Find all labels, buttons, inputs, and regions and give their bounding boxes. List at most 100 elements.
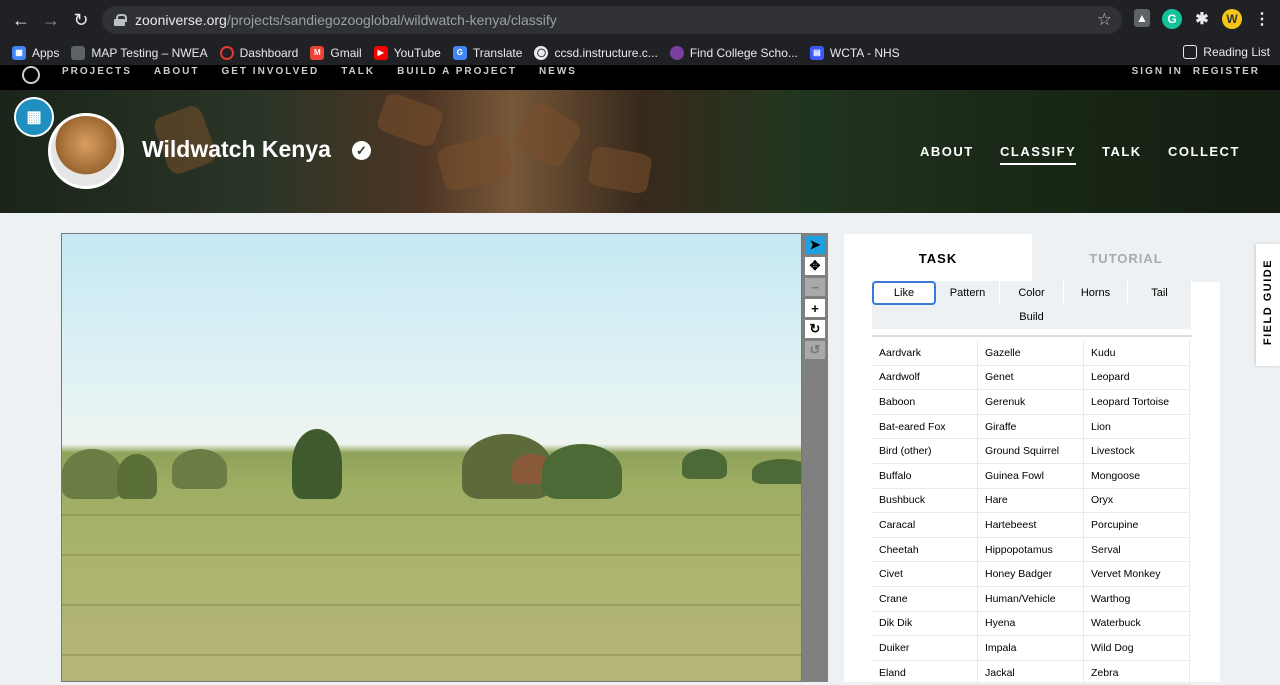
species-choice[interactable]: Leopard Tortoise — [1084, 390, 1190, 415]
grammarly-icon[interactable]: G — [1162, 9, 1182, 29]
species-choice[interactable]: Bird (other) — [872, 439, 978, 464]
address-bar[interactable]: zooniverse.org/projects/sandiegozoogloba… — [102, 6, 1122, 34]
species-choice[interactable]: Hare — [978, 488, 1084, 514]
menu-dots-icon[interactable]: ⋮ — [1252, 9, 1272, 29]
species-choice[interactable]: Baboon — [872, 390, 978, 415]
species-choice[interactable]: Duiker — [872, 636, 978, 661]
project-nav-classify[interactable]: CLASSIFY — [1000, 144, 1077, 165]
subject-image[interactable] — [61, 233, 802, 682]
filter-pattern[interactable]: Pattern — [936, 281, 1000, 305]
species-choice[interactable]: Oryx — [1084, 488, 1190, 514]
species-choice[interactable]: Aardwolf — [872, 365, 978, 391]
organization-badge-icon[interactable]: ▦ — [14, 97, 54, 137]
species-choice[interactable]: Gazelle — [978, 341, 1084, 366]
nav-projects[interactable]: PROJECTS — [62, 66, 132, 77]
bookmark-find-college[interactable]: Find College Scho... — [669, 45, 798, 60]
species-choice[interactable]: Gerenuk — [978, 390, 1084, 415]
profile-avatar-icon[interactable]: W — [1222, 9, 1242, 29]
field-guide-tab[interactable]: FIELD GUIDE — [1256, 244, 1280, 366]
pointer-tool-icon[interactable]: ➤ — [805, 236, 825, 254]
species-choice[interactable]: Impala — [978, 636, 1084, 661]
back-arrow-icon[interactable]: ← — [6, 5, 36, 35]
zoom-out-icon[interactable]: − — [805, 278, 825, 296]
bookmark-youtube[interactable]: ▶ YouTube — [373, 45, 441, 60]
project-nav-talk[interactable]: TALK — [1102, 144, 1142, 159]
nav-build-project[interactable]: BUILD A PROJECT — [397, 66, 517, 77]
species-choice[interactable]: Eland — [872, 660, 978, 685]
species-choice[interactable]: Bat-eared Fox — [872, 414, 978, 440]
bookmark-translate[interactable]: G Translate — [452, 45, 522, 60]
bookmark-gmail[interactable]: M Gmail — [310, 45, 362, 60]
species-choice[interactable]: Wild Dog — [1084, 636, 1190, 661]
species-choice[interactable]: Jackal — [978, 660, 1084, 685]
species-choice[interactable]: Lion — [1084, 414, 1190, 440]
species-choice[interactable]: Genet — [978, 365, 1084, 391]
filter-build[interactable]: Build — [872, 305, 1192, 329]
bookmark-apps[interactable]: ▦ Apps — [12, 45, 59, 60]
species-choice[interactable]: Giraffe — [978, 414, 1084, 440]
species-choice[interactable]: Leopard — [1084, 365, 1190, 391]
zoom-in-icon[interactable]: + — [805, 299, 825, 317]
project-title[interactable]: Wildwatch Kenya — [142, 136, 331, 163]
reading-list-icon — [1183, 45, 1198, 59]
species-choice[interactable]: Dik Dik — [872, 611, 978, 637]
species-filters: Like Pattern Color Horns Tail Build — [872, 281, 1192, 329]
dashboard-icon — [219, 45, 234, 60]
filter-tail[interactable]: Tail — [1128, 281, 1192, 305]
nav-talk[interactable]: TALK — [341, 66, 375, 77]
species-choice[interactable]: Porcupine — [1084, 513, 1190, 538]
sign-in-link[interactable]: SIGN IN — [1132, 66, 1183, 77]
species-choice[interactable]: Honey Badger — [978, 562, 1084, 587]
species-choice[interactable]: Cheetah — [872, 537, 978, 563]
bookmark-star-icon[interactable]: ☆ — [1097, 10, 1112, 30]
nav-get-involved[interactable]: GET INVOLVED — [221, 66, 319, 77]
species-choice[interactable]: Vervet Monkey — [1084, 562, 1190, 587]
reading-list[interactable]: Reading List — [1183, 45, 1270, 59]
register-link[interactable]: REGISTER — [1193, 66, 1260, 77]
reset-icon[interactable]: ↺ — [805, 341, 825, 359]
species-choice[interactable]: Mongoose — [1084, 463, 1190, 489]
zooniverse-logo-icon[interactable] — [22, 66, 40, 84]
species-choice[interactable]: Human/Vehicle — [978, 586, 1084, 612]
filter-like[interactable]: Like — [872, 281, 936, 305]
tab-task[interactable]: TASK — [844, 234, 1032, 282]
bookmark-wcta[interactable]: ▤ WCTA - NHS — [809, 45, 900, 60]
species-choice[interactable]: Waterbuck — [1084, 611, 1190, 637]
bush — [117, 454, 157, 499]
project-nav-about[interactable]: ABOUT — [920, 144, 974, 159]
species-choice[interactable]: Caracal — [872, 513, 978, 538]
species-choice[interactable]: Hippopotamus — [978, 537, 1084, 563]
rotate-icon[interactable]: ↻ — [805, 320, 825, 338]
species-choice[interactable]: Ground Squirrel — [978, 439, 1084, 464]
bookmark-map-testing[interactable]: MAP Testing – NWEA — [71, 45, 208, 60]
species-choice[interactable]: Hartebeest — [978, 513, 1084, 538]
species-choice[interactable]: Warthog — [1084, 586, 1190, 612]
extension-icon[interactable]: ▲ — [1134, 9, 1150, 27]
species-choice[interactable]: Serval — [1084, 537, 1190, 563]
nav-news[interactable]: NEWS — [539, 66, 577, 77]
species-choice[interactable]: Civet — [872, 562, 978, 587]
species-choice[interactable]: Aardvark — [872, 341, 978, 366]
species-choice[interactable]: Zebra — [1084, 660, 1190, 685]
wcta-icon: ▤ — [809, 45, 824, 60]
species-choice[interactable]: Livestock — [1084, 439, 1190, 464]
forward-arrow-icon[interactable]: → — [36, 5, 66, 35]
species-choice[interactable]: Guinea Fowl — [978, 463, 1084, 489]
zooniverse-nav: PROJECTS ABOUT GET INVOLVED TALK BUILD A… — [0, 65, 1280, 90]
species-choice[interactable]: Crane — [872, 586, 978, 612]
nav-about[interactable]: ABOUT — [154, 66, 200, 77]
bookmark-ccsd[interactable]: ◯ ccsd.instructure.c... — [534, 45, 658, 60]
project-nav-collect[interactable]: COLLECT — [1168, 144, 1240, 159]
species-choice[interactable]: Buffalo — [872, 463, 978, 489]
tab-tutorial[interactable]: TUTORIAL — [1032, 234, 1220, 282]
puzzle-extensions-icon[interactable]: ✱ — [1192, 9, 1212, 29]
species-choice[interactable]: Bushbuck — [872, 488, 978, 514]
reload-icon[interactable]: ↻ — [66, 5, 96, 35]
move-tool-icon[interactable]: ✥ — [805, 257, 825, 275]
bookmark-dashboard[interactable]: Dashboard — [219, 45, 298, 60]
translate-icon: G — [452, 45, 467, 60]
species-choice[interactable]: Kudu — [1084, 341, 1190, 366]
species-choice[interactable]: Hyena — [978, 611, 1084, 637]
filter-horns[interactable]: Horns — [1064, 281, 1128, 305]
filter-color[interactable]: Color — [1000, 281, 1064, 305]
